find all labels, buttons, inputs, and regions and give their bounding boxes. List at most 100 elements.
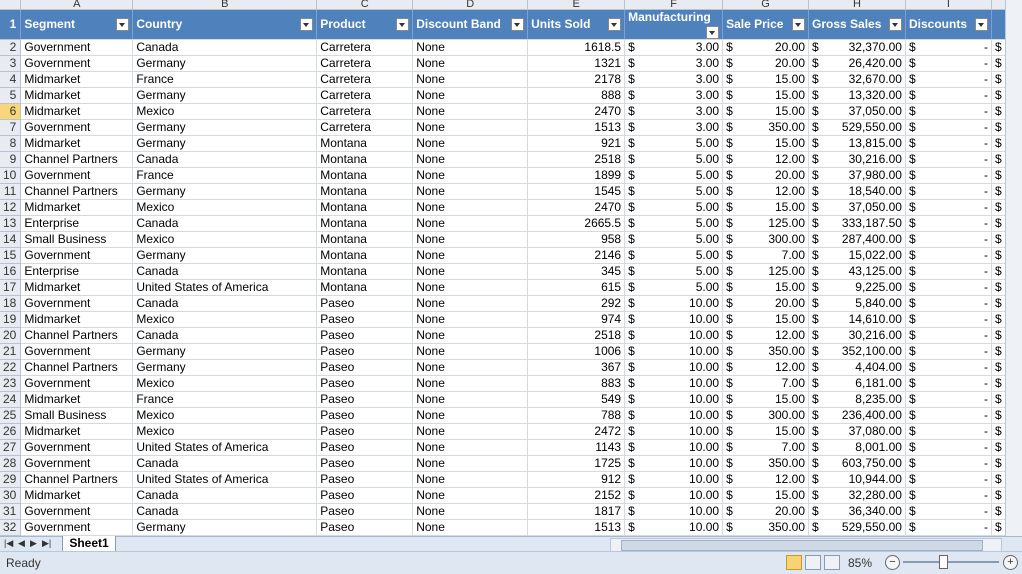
- row-header[interactable]: 24: [0, 391, 22, 408]
- currency-cell[interactable]: $-: [905, 71, 992, 88]
- cell[interactable]: Government: [20, 503, 134, 520]
- row-header[interactable]: 3: [0, 55, 22, 72]
- horizontal-scroll-thumb[interactable]: [621, 540, 983, 551]
- cell[interactable]: Montana: [316, 199, 414, 216]
- cell[interactable]: Paseo: [316, 487, 414, 504]
- currency-cell[interactable]: $603,750.00: [808, 455, 906, 472]
- filter-dropdown-icon[interactable]: [116, 18, 130, 31]
- cell[interactable]: Government: [20, 375, 134, 392]
- currency-cell[interactable]: $-: [905, 279, 992, 296]
- cell[interactable]: Carretera: [316, 103, 414, 120]
- cell[interactable]: Canada: [132, 455, 318, 472]
- currency-cell[interactable]: $15.00: [722, 311, 810, 328]
- currency-cell[interactable]: $287,400.00: [808, 231, 906, 248]
- cell[interactable]: Carretera: [316, 119, 414, 136]
- currency-cell[interactable]: $9,225.00: [808, 279, 906, 296]
- currency-cell[interactable]: $350.00: [722, 455, 810, 472]
- spreadsheet-grid[interactable]: A B C D E F G H I 1 Segment Country Product Discount …: [0, 0, 1022, 538]
- cell[interactable]: None: [412, 167, 529, 184]
- currency-cell[interactable]: $5.00: [624, 135, 724, 152]
- filter-dropdown-icon[interactable]: [396, 18, 410, 31]
- row-header[interactable]: 1: [0, 9, 22, 40]
- cell[interactable]: None: [412, 471, 529, 488]
- cell[interactable]: Paseo: [316, 455, 414, 472]
- currency-cell[interactable]: $15.00: [722, 279, 810, 296]
- cell-units-sold[interactable]: 1618.5: [527, 39, 626, 56]
- row-header[interactable]: 20: [0, 327, 22, 344]
- cell-units-sold[interactable]: 883: [527, 375, 626, 392]
- cell[interactable]: None: [412, 39, 529, 56]
- column-header-f[interactable]: F: [624, 0, 724, 10]
- currency-cell[interactable]: $30,216.00: [808, 327, 906, 344]
- currency-cell[interactable]: $10.00: [624, 487, 724, 504]
- cell[interactable]: None: [412, 151, 529, 168]
- cell[interactable]: Paseo: [316, 407, 414, 424]
- column-title-cell[interactable]: Units Sold: [527, 9, 626, 40]
- cell[interactable]: Mexico: [132, 199, 318, 216]
- currency-cell[interactable]: $10.00: [624, 439, 724, 456]
- cell[interactable]: Mexico: [132, 311, 318, 328]
- cell[interactable]: Midmarket: [20, 311, 134, 328]
- currency-cell[interactable]: $-: [905, 119, 992, 136]
- cell-units-sold[interactable]: 2472: [527, 423, 626, 440]
- cell[interactable]: Government: [20, 167, 134, 184]
- row-header[interactable]: 31: [0, 503, 22, 520]
- currency-cell[interactable]: $37,050.00: [808, 199, 906, 216]
- cell[interactable]: None: [412, 375, 529, 392]
- row-header[interactable]: 5: [0, 87, 22, 104]
- row-header[interactable]: 11: [0, 183, 22, 200]
- cell[interactable]: Government: [20, 295, 134, 312]
- cell-units-sold[interactable]: 1513: [527, 119, 626, 136]
- currency-cell[interactable]: $-: [905, 359, 992, 376]
- cell-units-sold[interactable]: 2146: [527, 247, 626, 264]
- filter-dropdown-icon[interactable]: [888, 18, 902, 31]
- filter-dropdown-icon[interactable]: [608, 18, 622, 31]
- row-header[interactable]: 4: [0, 71, 22, 88]
- currency-cell[interactable]: $13,815.00: [808, 135, 906, 152]
- currency-cell[interactable]: $125.00: [722, 215, 810, 232]
- currency-cell[interactable]: $-: [905, 327, 992, 344]
- cell-units-sold[interactable]: 1321: [527, 55, 626, 72]
- cell[interactable]: Germany: [132, 519, 318, 536]
- cell[interactable]: None: [412, 87, 529, 104]
- cell[interactable]: None: [412, 343, 529, 360]
- row-header[interactable]: 29: [0, 471, 22, 488]
- cell-units-sold[interactable]: 958: [527, 231, 626, 248]
- currency-cell[interactable]: $5.00: [624, 231, 724, 248]
- currency-cell[interactable]: $10.00: [624, 519, 724, 536]
- currency-cell[interactable]: $4,404.00: [808, 359, 906, 376]
- cell[interactable]: None: [412, 407, 529, 424]
- cell[interactable]: Canada: [132, 215, 318, 232]
- cell[interactable]: None: [412, 503, 529, 520]
- cell[interactable]: None: [412, 359, 529, 376]
- cell[interactable]: Mexico: [132, 423, 318, 440]
- cell[interactable]: Montana: [316, 279, 414, 296]
- select-all-corner[interactable]: [0, 0, 22, 10]
- currency-cell[interactable]: $10.00: [624, 407, 724, 424]
- currency-cell[interactable]: $37,980.00: [808, 167, 906, 184]
- currency-cell[interactable]: $5,840.00: [808, 295, 906, 312]
- cell[interactable]: Government: [20, 119, 134, 136]
- row-header[interactable]: 26: [0, 423, 22, 440]
- currency-cell[interactable]: $-: [905, 87, 992, 104]
- cell[interactable]: None: [412, 327, 529, 344]
- filter-dropdown-icon[interactable]: [792, 18, 806, 31]
- currency-cell[interactable]: $12.00: [722, 327, 810, 344]
- cell[interactable]: Canada: [132, 487, 318, 504]
- row-header[interactable]: 15: [0, 247, 22, 264]
- cell[interactable]: Canada: [132, 295, 318, 312]
- currency-cell[interactable]: $20.00: [722, 55, 810, 72]
- currency-cell[interactable]: $-: [905, 183, 992, 200]
- cell[interactable]: None: [412, 55, 529, 72]
- zoom-level[interactable]: 85%: [848, 556, 872, 570]
- currency-cell[interactable]: $10.00: [624, 343, 724, 360]
- cell-units-sold[interactable]: 1725: [527, 455, 626, 472]
- row-header[interactable]: 8: [0, 135, 22, 152]
- horizontal-scrollbar[interactable]: [610, 538, 1002, 552]
- cell[interactable]: Germany: [132, 119, 318, 136]
- currency-cell[interactable]: $10.00: [624, 455, 724, 472]
- currency-cell[interactable]: $333,187.50: [808, 215, 906, 232]
- currency-cell[interactable]: $3.00: [624, 39, 724, 56]
- cell[interactable]: None: [412, 183, 529, 200]
- cell[interactable]: Montana: [316, 183, 414, 200]
